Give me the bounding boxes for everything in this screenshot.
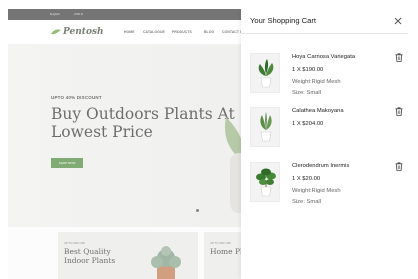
trash-icon[interactable] bbox=[395, 162, 403, 171]
item-name[interactable]: Hoya Carnosa Variegata bbox=[292, 54, 355, 60]
plant-thumbnail-icon bbox=[256, 168, 276, 197]
cart-item: Calathea Makoyana 1 X $204.00 bbox=[241, 107, 408, 157]
plant-thumbnail-icon bbox=[260, 112, 272, 142]
trash-icon[interactable] bbox=[395, 107, 403, 116]
item-name[interactable]: Calathea Makoyana bbox=[292, 108, 344, 114]
close-icon[interactable] bbox=[393, 16, 403, 26]
item-qty-price: 1 X $204.00 bbox=[292, 121, 324, 127]
product-thumbnail[interactable] bbox=[250, 107, 280, 147]
plant-thumbnail-icon bbox=[258, 59, 274, 88]
item-weight: Weight:Rigid Mesh bbox=[292, 188, 341, 194]
product-thumbnail[interactable] bbox=[250, 162, 280, 202]
cart-item: Hoya Carnosa Variegata 1 X $190.00 Weigh… bbox=[241, 53, 408, 103]
cart-header: Your Shopping Cart bbox=[241, 9, 408, 34]
item-size: Size: Small bbox=[292, 90, 321, 96]
trash-icon[interactable] bbox=[395, 53, 403, 62]
cart-item: Clerodendrum Inermis 1 X $20.00 Weight:R… bbox=[241, 162, 408, 212]
browser-viewport: English USD $ Pentosh HOME CATALOGUE PRO… bbox=[8, 9, 408, 279]
item-weight: Weight:Rigid Mesh bbox=[292, 79, 341, 85]
product-thumbnail[interactable] bbox=[250, 53, 280, 93]
cart-title: Your Shopping Cart bbox=[250, 16, 316, 25]
item-qty-price: 1 X $20.00 bbox=[292, 176, 321, 182]
drawer-backdrop[interactable] bbox=[8, 9, 241, 279]
item-qty-price: 1 X $190.00 bbox=[292, 67, 324, 73]
cart-drawer: Your Shopping Cart Hoya Carnosa Variegat… bbox=[241, 9, 408, 279]
item-name[interactable]: Clerodendrum Inermis bbox=[292, 163, 349, 169]
item-size: Size: Small bbox=[292, 199, 321, 205]
